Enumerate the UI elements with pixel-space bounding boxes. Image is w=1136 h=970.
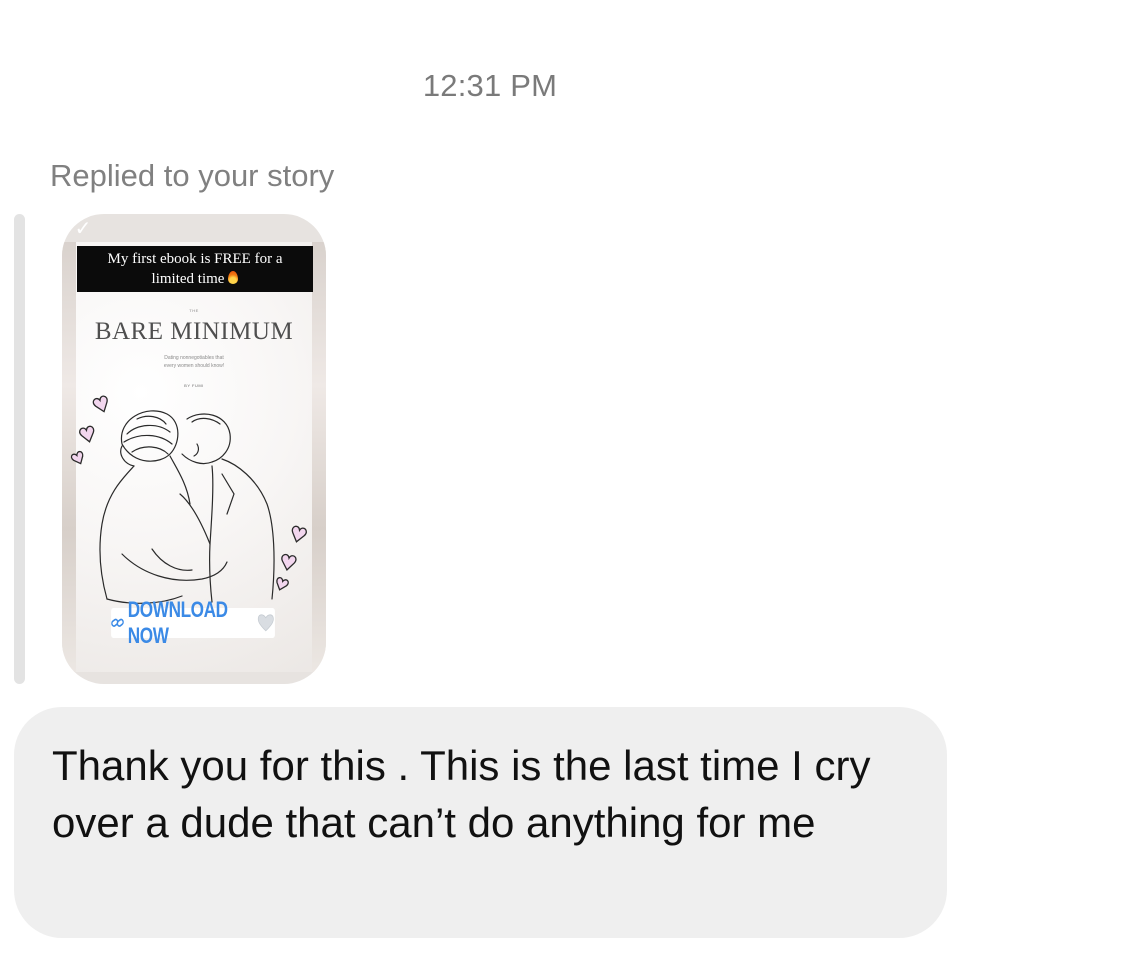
book-subtitle: Dating nonnegotiables that every women s… [62, 354, 326, 370]
reply-indicator-bar [14, 214, 25, 684]
story-reply-caption: Replied to your story [50, 158, 335, 193]
checkmark-icon: ✓ [74, 218, 92, 240]
book-subtitle-line1: Dating nonnegotiables that [164, 355, 224, 361]
book-title: BARE MINIMUM [94, 318, 294, 345]
couple-illustration [70, 395, 307, 604]
link-icon [111, 618, 124, 627]
dm-thread: 12:31 PM Replied to your story ✓ My firs… [0, 0, 1136, 970]
download-link-sticker[interactable]: DOWNLOAD NOW [111, 597, 275, 648]
fire-icon [228, 271, 239, 284]
story-banner-line1: My first ebook is FREE for a [107, 251, 283, 267]
message-text: Thank you for this . This is the last ti… [52, 742, 871, 846]
story-preview-card[interactable]: ✓ My first ebook is FREE for a limited t… [62, 214, 326, 684]
story-banner-line2-wrap: limited time [77, 269, 313, 289]
heart-icon [258, 614, 275, 632]
story-banner: My first ebook is FREE for a limited tim… [77, 246, 313, 292]
story-banner-line2: limited time [151, 271, 225, 287]
download-label: DOWNLOAD NOW [127, 597, 228, 648]
message-bubble[interactable]: Thank you for this . This is the last ti… [14, 707, 947, 938]
message-timestamp: 12:31 PM [422, 68, 558, 103]
book-the: THE [189, 308, 199, 313]
book-subtitle-line2: every women should know! [163, 363, 225, 369]
